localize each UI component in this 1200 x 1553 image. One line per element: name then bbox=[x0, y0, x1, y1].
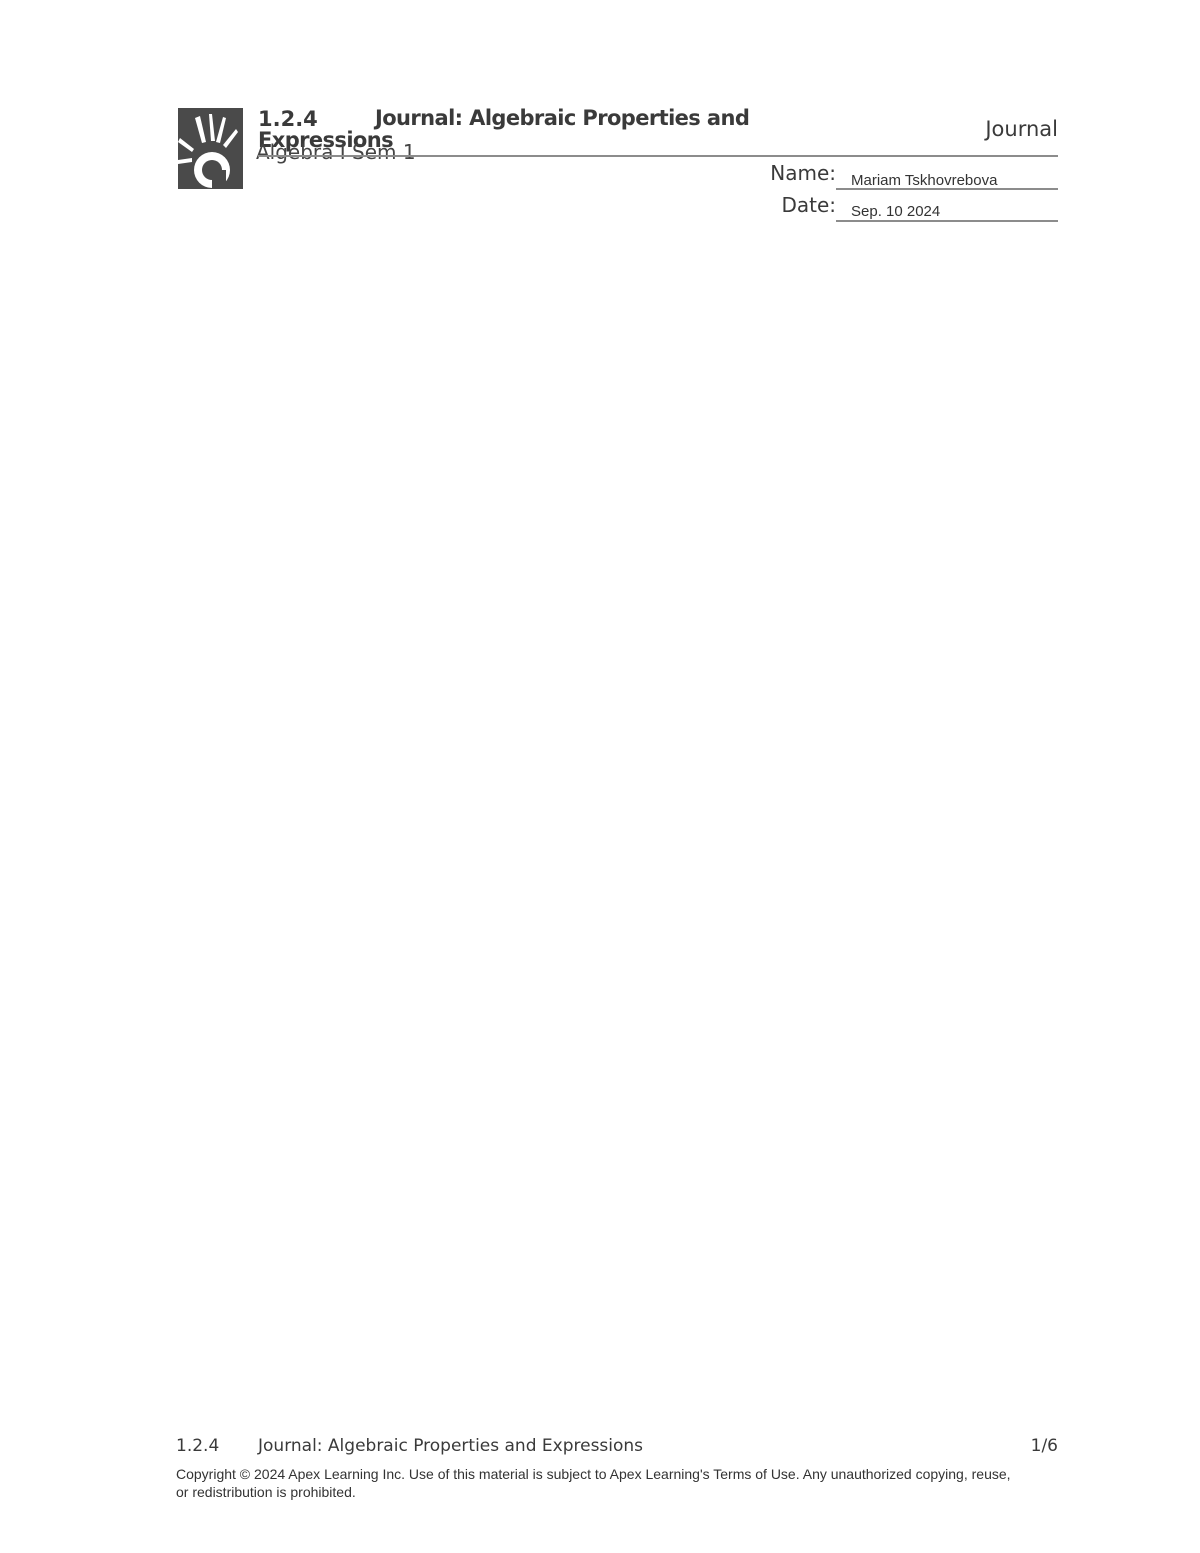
document-type: Journal bbox=[985, 117, 1058, 141]
copyright-notice: Copyright © 2024 Apex Learning Inc. Use … bbox=[176, 1466, 1011, 1500]
page-number: 1/6 bbox=[1030, 1436, 1058, 1456]
footer-lesson-title: Journal: Algebraic Properties and Expres… bbox=[258, 1436, 644, 1456]
name-field[interactable]: Mariam Tskhovrebova bbox=[851, 172, 997, 189]
date-label: Date: bbox=[781, 193, 836, 217]
date-field[interactable]: Sep. 10 2024 bbox=[851, 203, 940, 220]
name-underline bbox=[836, 188, 1058, 190]
name-label: Name: bbox=[770, 161, 836, 185]
header-divider bbox=[258, 155, 1058, 157]
date-underline bbox=[836, 220, 1058, 222]
footer-lesson-number: 1.2.4 bbox=[176, 1436, 220, 1456]
course-name: Algebra I Sem 1 bbox=[256, 140, 416, 164]
apex-logo-icon bbox=[178, 108, 243, 192]
